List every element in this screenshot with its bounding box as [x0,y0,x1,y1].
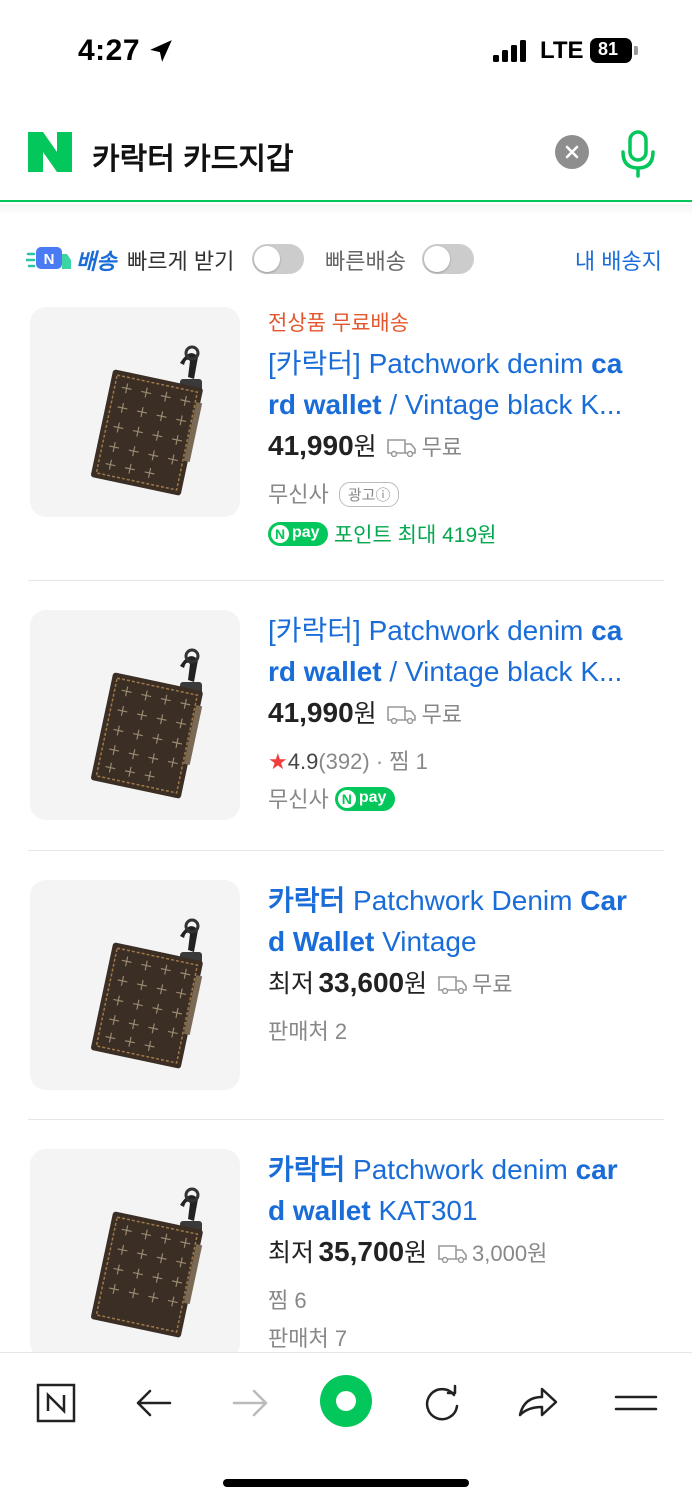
microphone-icon[interactable] [618,128,658,180]
status-time: 4:27 [78,34,141,67]
location-arrow-icon [150,40,172,62]
clear-search-button[interactable] [555,135,589,169]
header-shadow [0,204,692,216]
shipping-fee: 3,000원 [472,1241,548,1266]
product-info: 카락터 Patchwork denim car d wallet KAT301 최… [268,1149,664,1352]
product-info: [카락터] Patchwork denim ca rd wallet / Vint… [268,610,664,814]
forward-icon[interactable] [222,1375,278,1431]
close-icon [565,145,579,159]
product-thumbnail[interactable] [30,307,240,517]
product-info: 전상품 무료배송 [카락터] Patchwork denim ca rd wall… [268,307,664,549]
card-wallet-image [91,918,203,1069]
seller-line: 무신사 광고ⓘ [268,477,664,509]
rating-line: ★4.9(392) · 찜 1 [268,744,664,776]
separator-dot: · [375,749,390,774]
price-line: 최저 33,600원 무료 [268,967,513,998]
naver-logo-icon[interactable] [28,132,72,172]
review-count[interactable]: (392) [318,749,369,774]
status-bar: 4:27 LTE 81 [0,0,692,100]
product-thumbnail[interactable] [30,1149,240,1352]
fast-receive-toggle[interactable] [252,244,304,274]
card-wallet-image [91,345,203,496]
naver-delivery-truck-icon: N [26,247,71,269]
shipping-truck-icon [437,976,467,994]
product-thumbnail[interactable] [30,880,240,1090]
product-card[interactable]: 전상품 무료배송 [카락터] Patchwork denim ca rd wall… [0,307,692,577]
home-indicator [223,1479,469,1487]
lowest-price-label: 최저 [268,1239,315,1267]
fast-shipping-toggle[interactable] [422,244,474,274]
divider [28,580,664,581]
product-info: 카락터 Patchwork Denim Car d Wallet Vintage … [268,880,664,1046]
wish-count: 찜 1 [389,749,428,774]
ad-badge[interactable]: 광고ⓘ [338,482,400,507]
product-title[interactable]: 카락터 Patchwork Denim Car d Wallet Vintage [268,880,664,962]
product-price: 35,700 [318,1236,405,1267]
seller-name[interactable]: 무신사 [268,482,329,507]
rating-value: 4.9 [287,749,319,774]
my-address-link[interactable]: 내 배송지 [575,244,662,276]
card-wallet-image [91,1187,203,1338]
filter-row: N 배송 빠르게 받기 빠른배송 내 배송지 [0,238,692,284]
product-title[interactable]: [카락터] Patchwork denim ca rd wallet / Vint… [268,610,664,692]
delivery-label: 배송 [76,249,117,274]
product-title[interactable]: [카락터] Patchwork denim ca rd wallet / Vint… [268,343,664,425]
product-card[interactable]: 카락터 Patchwork Denim Car d Wallet Vintage … [0,880,692,1100]
delivery-badge-letter: N [44,251,55,268]
reload-icon[interactable] [414,1375,470,1431]
seller-count[interactable]: 판매처 7 [268,1321,664,1352]
promo-label: 전상품 무료배송 [268,312,410,335]
product-thumbnail[interactable] [30,610,240,820]
product-card[interactable]: [카락터] Patchwork denim ca rd wallet / Vint… [0,610,692,830]
shipping-fee: 무료 [472,972,513,997]
price-line: 41,990원 무료 [268,430,463,461]
npay-badge: Npay [334,787,395,811]
shipping-truck-icon [387,439,416,457]
divider [28,1119,664,1120]
share-icon[interactable] [510,1375,566,1431]
divider [28,850,664,851]
battery-icon: 81 [590,38,638,63]
search-bar: 카락터 카드지갑 [0,110,692,202]
shipping-fee: 무료 [421,435,463,460]
product-price: 33,600 [318,967,405,998]
seller-line: 무신사 Npay [268,782,664,814]
wish-count: 찜 6 [268,1288,307,1313]
product-price: 41,990 [268,430,354,461]
product-title[interactable]: 카락터 Patchwork denim car d wallet KAT301 [268,1149,664,1231]
browser-toolbar [0,1352,692,1500]
seller-count[interactable]: 판매처 2 [268,1014,664,1046]
green-dot-icon[interactable] [316,1371,376,1431]
price-line: 41,990원 무료 [268,697,463,728]
shipping-fee: 무료 [421,702,463,727]
npay-point-line: Npay 포인트 최대 419원 [268,519,664,549]
product-price: 41,990 [268,697,354,728]
naver-home-icon[interactable] [28,1375,84,1431]
card-wallet-image [91,648,203,799]
npay-point-text: 포인트 최대 419원 [333,524,497,547]
menu-icon[interactable] [608,1375,664,1431]
battery-level: 81 [597,39,619,59]
price-line: 최저 35,700원 3,000원 [268,1236,548,1267]
npay-badge: Npay [268,522,328,546]
network-type: LTE [540,37,584,64]
shipping-truck-icon [387,706,416,724]
product-card[interactable]: 카락터 Patchwork denim car d wallet KAT301 최… [0,1149,692,1352]
fast-receive-label: 빠르게 받기 [127,249,235,274]
star-icon: ★ [268,749,288,774]
cellular-signal-icon [493,40,526,62]
search-input[interactable]: 카락터 카드지갑 [92,134,294,178]
fast-shipping-label: 빠른배송 [325,249,406,274]
back-icon[interactable] [126,1375,182,1431]
shipping-truck-icon [437,1245,467,1263]
lowest-price-label: 최저 [268,970,315,998]
seller-name[interactable]: 무신사 [268,787,329,812]
